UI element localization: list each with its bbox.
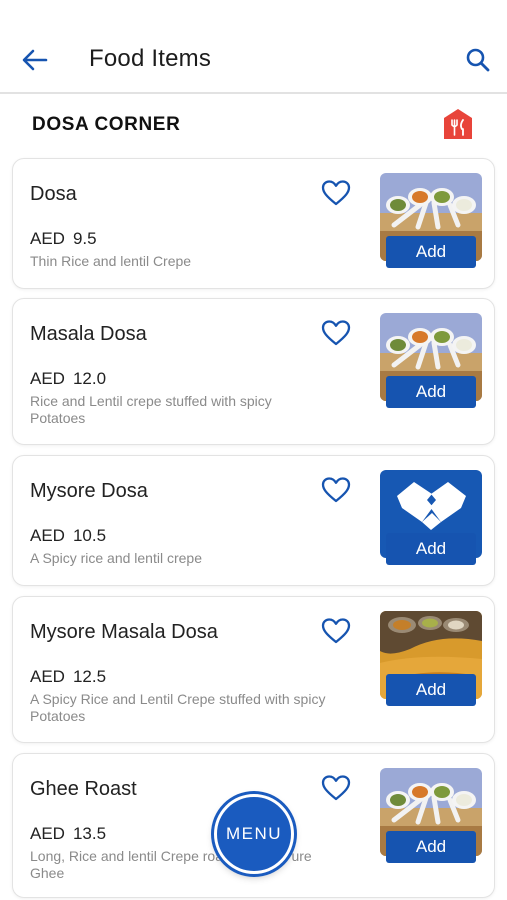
item-name: Ghee Roast (30, 778, 137, 800)
heart-icon[interactable] (321, 774, 351, 802)
heart-icon[interactable] (321, 476, 351, 504)
item-price: AED 10.5 (30, 526, 106, 546)
food-item-card[interactable]: Masala Dosa AED 12.0 Rice and Lentil crep… (12, 298, 495, 445)
item-description: A Spicy Rice and Lentil Crepe stuffed wi… (30, 691, 326, 724)
food-item-card[interactable]: Mysore Dosa AED 10.5 A Spicy rice and len… (12, 455, 495, 586)
add-button[interactable]: Add (386, 376, 476, 408)
price-value: 13.5 (72, 824, 107, 843)
item-name: Masala Dosa (30, 323, 147, 345)
item-price: AED 13.5 (30, 824, 106, 844)
food-item-list: Dosa AED 9.5 Thin Rice and lentil Crepe A… (0, 0, 507, 900)
heart-icon[interactable] (321, 617, 351, 645)
price-value: 12.0 (72, 369, 107, 388)
food-items-screen: Food Items DOSA CORNER Dosa AED 9.5 Thin … (0, 0, 507, 900)
food-item-card[interactable]: Mysore Masala Dosa AED 12.5 A Spicy Rice … (12, 596, 495, 743)
item-name: Dosa (30, 183, 77, 205)
price-currency: AED (30, 526, 65, 545)
item-price: AED 12.0 (30, 369, 106, 389)
add-button[interactable]: Add (386, 236, 476, 268)
heart-icon[interactable] (321, 179, 351, 207)
food-item-card[interactable]: Dosa AED 9.5 Thin Rice and lentil Crepe A… (12, 158, 495, 289)
item-name: Mysore Dosa (30, 480, 148, 502)
price-currency: AED (30, 824, 65, 843)
price-currency: AED (30, 369, 65, 388)
price-value: 10.5 (72, 526, 107, 545)
item-description: Thin Rice and lentil Crepe (30, 253, 192, 269)
item-price: AED 9.5 (30, 229, 97, 249)
heart-icon[interactable] (321, 319, 351, 347)
item-description: A Spicy rice and lentil crepe (30, 550, 202, 566)
item-price: AED 12.5 (30, 667, 106, 687)
add-button[interactable]: Add (386, 674, 476, 706)
price-value: 12.5 (72, 667, 107, 686)
item-description: Rice and Lentil crepe stuffed with spicy… (30, 393, 272, 426)
price-currency: AED (30, 667, 65, 686)
menu-button[interactable]: MENU (214, 794, 294, 874)
price-currency: AED (30, 229, 65, 248)
item-name: Mysore Masala Dosa (30, 621, 218, 643)
add-button[interactable]: Add (386, 831, 476, 863)
add-button[interactable]: Add (386, 533, 476, 565)
price-value: 9.5 (72, 229, 97, 248)
